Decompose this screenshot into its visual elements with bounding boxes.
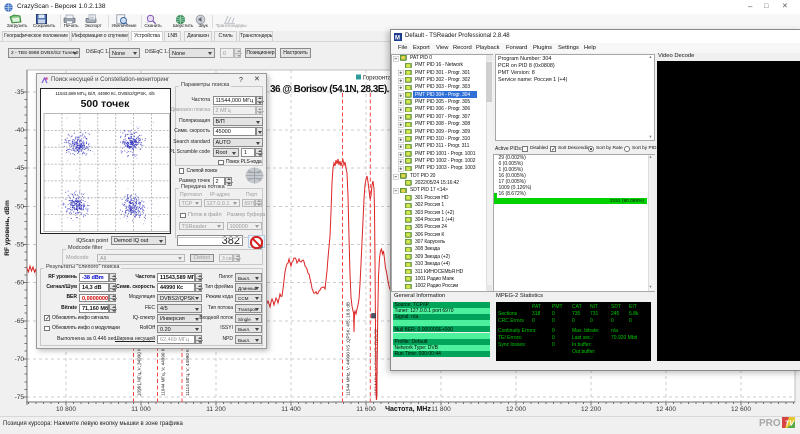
svg-text:M: M <box>395 35 400 41</box>
